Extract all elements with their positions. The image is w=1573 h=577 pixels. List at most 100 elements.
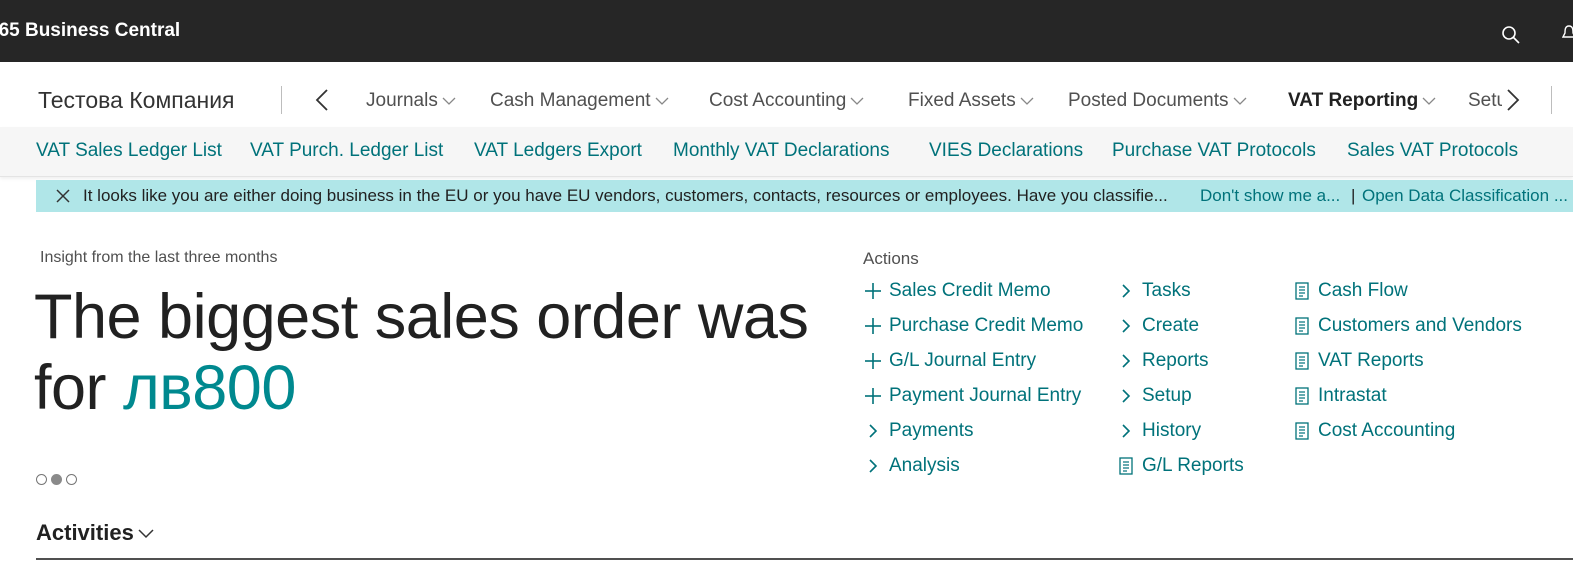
- action-label: Payments: [889, 420, 974, 441]
- action-label: Setup: [1142, 385, 1192, 406]
- chevron-right-icon: [1116, 421, 1136, 441]
- action-label: Create: [1142, 315, 1200, 336]
- menu-label: Cash Management: [490, 90, 651, 111]
- chevron-down-icon: [1233, 97, 1246, 105]
- report-icon: [1292, 316, 1312, 336]
- headline-amount[interactable]: лв800: [123, 353, 296, 423]
- link-purchase-vat-protocols[interactable]: Purchase VAT Protocols: [1112, 140, 1316, 162]
- report-icon: [1292, 386, 1312, 406]
- search-icon[interactable]: [1500, 24, 1522, 46]
- nav-scroll-right-icon[interactable]: [1500, 86, 1526, 114]
- action-label: History: [1142, 420, 1202, 441]
- chevron-right-icon: [1116, 281, 1136, 301]
- action-label: G/L Reports: [1142, 455, 1244, 476]
- app-title: 365 Business Central: [0, 20, 181, 41]
- link-monthly-vat-declarations[interactable]: Monthly VAT Declarations: [673, 140, 889, 162]
- menu-label: Fixed Assets: [908, 90, 1016, 111]
- divider: [1551, 86, 1552, 114]
- action-intrastat[interactable]: Intrastat: [1292, 385, 1387, 407]
- action-purchase-credit-memo[interactable]: Purchase Credit Memo: [863, 315, 1083, 337]
- chevron-right-icon: [1116, 351, 1136, 371]
- chevron-down-icon: [1020, 97, 1034, 105]
- action-label: Analysis: [889, 455, 960, 476]
- action-label: Tasks: [1142, 280, 1191, 301]
- insight-headline: The biggest sales order was for лв800: [34, 282, 834, 424]
- action-reports[interactable]: Reports: [1116, 350, 1209, 372]
- actions-label: Actions: [863, 249, 919, 268]
- menu-vat-reporting[interactable]: VAT Reporting: [1288, 90, 1436, 112]
- link-vat-ledgers-export[interactable]: VAT Ledgers Export: [474, 140, 642, 162]
- menu-label: Cost Accounting: [709, 90, 847, 111]
- menu-setup[interactable]: Setu: [1468, 90, 1502, 112]
- nav-scroll-left-icon[interactable]: [310, 86, 336, 114]
- chevron-down-icon: [850, 97, 864, 105]
- action-g-l-reports[interactable]: G/L Reports: [1116, 455, 1244, 477]
- report-icon: [1292, 281, 1312, 301]
- action-label: Cash Flow: [1318, 280, 1408, 301]
- action-label: Reports: [1142, 350, 1209, 371]
- notification-separator: |: [1351, 186, 1356, 205]
- menu-posted-documents[interactable]: Posted Documents: [1068, 90, 1247, 112]
- divider: [281, 86, 282, 114]
- plus-icon: [863, 316, 883, 336]
- action-analysis[interactable]: Analysis: [863, 455, 960, 477]
- action-label: Intrastat: [1318, 385, 1387, 406]
- carousel-pager: [36, 474, 77, 485]
- link-sales-vat-protocols[interactable]: Sales VAT Protocols: [1347, 140, 1518, 162]
- link-vies-declarations[interactable]: VIES Declarations: [929, 140, 1083, 162]
- action-cost-accounting[interactable]: Cost Accounting: [1292, 420, 1455, 442]
- menu-cash-management[interactable]: Cash Management: [490, 90, 669, 112]
- menu-journals[interactable]: Journals: [366, 90, 456, 112]
- action-customers-and-vendors[interactable]: Customers and Vendors: [1292, 315, 1522, 337]
- action-payment-journal-entry[interactable]: Payment Journal Entry: [863, 385, 1081, 407]
- plus-icon: [863, 386, 883, 406]
- action-history[interactable]: History: [1116, 420, 1201, 442]
- action-vat-reports[interactable]: VAT Reports: [1292, 350, 1424, 372]
- dont-show-again-link[interactable]: Don't show me a...: [1200, 186, 1340, 206]
- plus-icon: [863, 351, 883, 371]
- company-name[interactable]: Тестова Компания: [38, 87, 235, 114]
- carousel-dot-1[interactable]: [36, 474, 47, 485]
- menu-cost-accounting[interactable]: Cost Accounting: [709, 90, 864, 112]
- chevron-right-icon: [1116, 316, 1136, 336]
- link-vat-sales-ledger-list[interactable]: VAT Sales Ledger List: [36, 140, 222, 162]
- open-data-classification-link[interactable]: Open Data Classification ...: [1362, 186, 1568, 206]
- carousel-dot-2[interactable]: [51, 474, 62, 485]
- link-vat-purch-ledger-list[interactable]: VAT Purch. Ledger List: [250, 140, 443, 162]
- chevron-down-icon: [442, 97, 456, 105]
- action-tasks[interactable]: Tasks: [1116, 280, 1191, 302]
- report-icon: [1116, 456, 1136, 476]
- action-label: Customers and Vendors: [1318, 315, 1522, 336]
- menu-fixed-assets[interactable]: Fixed Assets: [908, 90, 1034, 112]
- role-center-navigation: Тестова Компания Journals Cash Managemen…: [0, 62, 1573, 127]
- chevron-right-icon: [863, 456, 883, 476]
- notification-bell-icon[interactable]: [1561, 24, 1573, 42]
- data-classification-notification: It looks like you are either doing busin…: [36, 180, 1573, 212]
- action-label: Payment Journal Entry: [889, 385, 1082, 406]
- menu-label: Journals: [366, 90, 438, 111]
- menu-label: Posted Documents: [1068, 90, 1229, 111]
- plus-icon: [863, 281, 883, 301]
- notification-message: It looks like you are either doing busin…: [83, 186, 1168, 205]
- vat-reporting-submenu: VAT Sales Ledger List VAT Purch. Ledger …: [0, 127, 1573, 177]
- action-label: VAT Reports: [1318, 350, 1424, 371]
- activities-label: Activities: [36, 520, 134, 545]
- carousel-dot-3[interactable]: [66, 474, 77, 485]
- chevron-down-icon: [138, 528, 154, 538]
- menu-label: VAT Reporting: [1288, 90, 1419, 111]
- action-setup[interactable]: Setup: [1116, 385, 1192, 407]
- action-payments[interactable]: Payments: [863, 420, 973, 442]
- action-create[interactable]: Create: [1116, 315, 1199, 337]
- activities-header[interactable]: Activities: [36, 520, 154, 546]
- action-label: Purchase Credit Memo: [889, 315, 1084, 336]
- menu-label: Setu: [1468, 90, 1502, 111]
- action-sales-credit-memo[interactable]: Sales Credit Memo: [863, 280, 1051, 302]
- action-cash-flow[interactable]: Cash Flow: [1292, 280, 1408, 302]
- action-label: G/L Journal Entry: [889, 350, 1037, 371]
- action-g-l-journal-entry[interactable]: G/L Journal Entry: [863, 350, 1036, 372]
- chevron-down-icon: [655, 97, 669, 105]
- report-icon: [1292, 351, 1312, 371]
- chevron-down-icon: [1422, 97, 1436, 105]
- report-icon: [1292, 421, 1312, 441]
- close-icon[interactable]: [54, 187, 72, 205]
